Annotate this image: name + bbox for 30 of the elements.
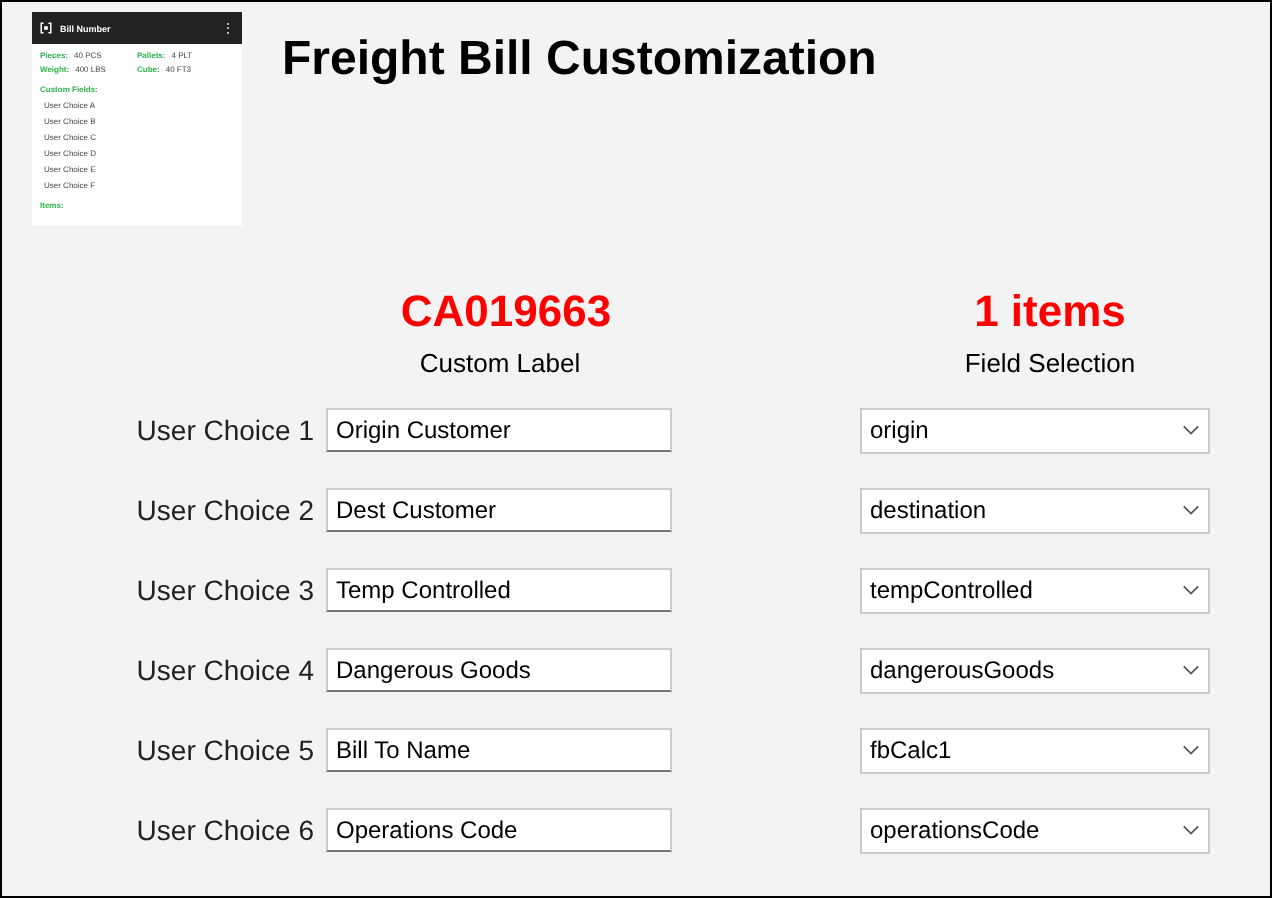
field-dropdown[interactable]: operationsCode	[860, 807, 1210, 853]
label-input[interactable]: Bill To Name	[326, 728, 672, 772]
chevron-down-icon	[1182, 504, 1200, 516]
label-input[interactable]: Temp Controlled	[326, 568, 672, 612]
column-heading: Custom Label	[417, 346, 583, 382]
chevron-down-icon	[1182, 824, 1200, 836]
label-input[interactable]: Origin Customer	[326, 408, 672, 452]
field-dropdown[interactable]: fbCalc1	[860, 727, 1210, 773]
label-input[interactable]: Dangerous Goods	[326, 648, 672, 692]
field-dropdown[interactable]: origin	[860, 407, 1210, 453]
chevron-down-icon	[1182, 744, 1200, 756]
item-count: 1 items	[972, 286, 1128, 338]
row-label: User Choice 4	[136, 654, 314, 686]
bracket-icon	[40, 22, 52, 34]
row-label: User Choice 2	[136, 494, 314, 526]
label-input[interactable]: Dest Customer	[326, 488, 672, 532]
chevron-down-icon	[1182, 584, 1200, 596]
row-label: User Choice 6	[136, 814, 314, 846]
chevron-down-icon	[1182, 664, 1200, 676]
bill-number: CA019663	[398, 286, 614, 338]
row-label: User Choice 5	[136, 734, 314, 766]
row-label: User Choice 3	[136, 574, 314, 606]
page-title: Freight Bill Customization	[282, 32, 877, 88]
field-dropdown[interactable]: tempControlled	[860, 567, 1210, 613]
field-dropdown[interactable]: destination	[860, 487, 1210, 533]
chevron-down-icon	[1182, 424, 1200, 436]
label-input[interactable]: Operations Code	[326, 808, 672, 852]
column-heading: Field Selection	[962, 346, 1138, 382]
row-label: User Choice 1	[136, 414, 314, 446]
field-dropdown[interactable]: dangerousGoods	[860, 647, 1210, 693]
